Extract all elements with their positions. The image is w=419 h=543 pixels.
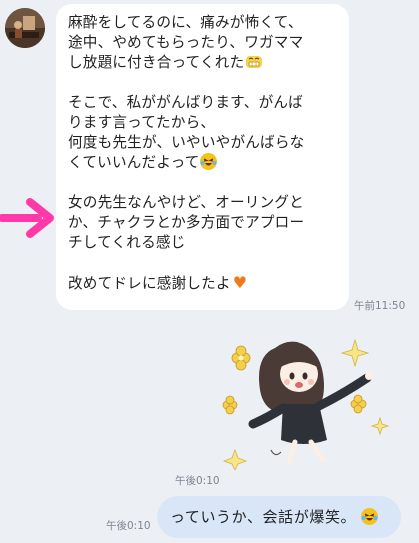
laughing-crying-emoji-icon bbox=[361, 508, 379, 525]
message-paragraph: 麻酔をしてるのに、痛みが怖くて、 途中、やめてもらったり、ワガママ し放題に付き… bbox=[68, 14, 304, 71]
grinning-emoji-icon bbox=[246, 56, 263, 68]
girl-sticker-icon bbox=[222, 338, 390, 471]
message-paragraph: 女の先生なんやけど、オーリングと か、チャクラとか多方面でアプロー チしてくれる… bbox=[68, 194, 305, 251]
message-timestamp: 午前11:50 bbox=[354, 300, 406, 312]
laughing-crying-emoji-icon bbox=[199, 153, 217, 170]
avatar-photo-icon bbox=[5, 8, 45, 48]
outgoing-message-bubble[interactable]: っていうか、会話が爆笑。 bbox=[157, 496, 401, 538]
message-text: っていうか、会話が爆笑。 bbox=[170, 508, 357, 526]
pink-arrow-icon bbox=[0, 198, 54, 238]
message-timestamp: 午後0:10 bbox=[106, 520, 151, 532]
avatar[interactable] bbox=[5, 8, 45, 48]
message-paragraph: 改めてドレに感謝したよ ♥ bbox=[68, 273, 248, 292]
message-paragraph: そこで、私ががんばります、がんば ります言ってたから、 何度も先生が、いやいやが… bbox=[68, 94, 305, 171]
incoming-message-bubble[interactable]: 麻酔をしてるのに、痛みが怖くて、 途中、やめてもらったり、ワガママ し放題に付き… bbox=[56, 4, 349, 310]
girl-dancing-sticker[interactable] bbox=[215, 320, 419, 471]
sticker-timestamp: 午後0:10 bbox=[175, 475, 220, 487]
orange-heart-icon: ♥ bbox=[232, 273, 248, 292]
